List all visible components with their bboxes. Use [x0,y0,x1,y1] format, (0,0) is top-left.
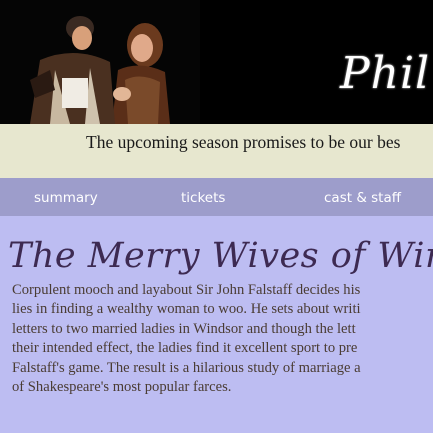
page: Phil The upcoming season promises to be … [0,0,433,433]
description-line: lies in finding a wealthy woman to woo. … [12,301,361,318]
banner-title: Phil [340,48,431,99]
nav-item-summary[interactable]: summary [34,190,98,206]
season-tagline: The upcoming season promises to be our b… [86,132,401,152]
description-line: Falstaff's game. The result is a hilario… [12,359,361,376]
description-line: their intended effect, the ladies find i… [12,340,358,357]
nav-item-tickets[interactable]: tickets [181,190,225,206]
nav-item-cast-staff[interactable]: cast & staff [324,190,401,206]
description-line: letters to two married ladies in Windsor… [12,320,356,337]
description-line: Corpulent mooch and layabout Sir John Fa… [12,282,361,298]
show-title: The Merry Wives of Windsor [8,236,433,276]
cast-photo [0,0,200,124]
description-line: of Shakespeare's most popular farces. [12,379,232,396]
show-description: Corpulent mooch and layabout Sir John Fa… [12,281,433,397]
header-banner: Phil [0,0,433,124]
